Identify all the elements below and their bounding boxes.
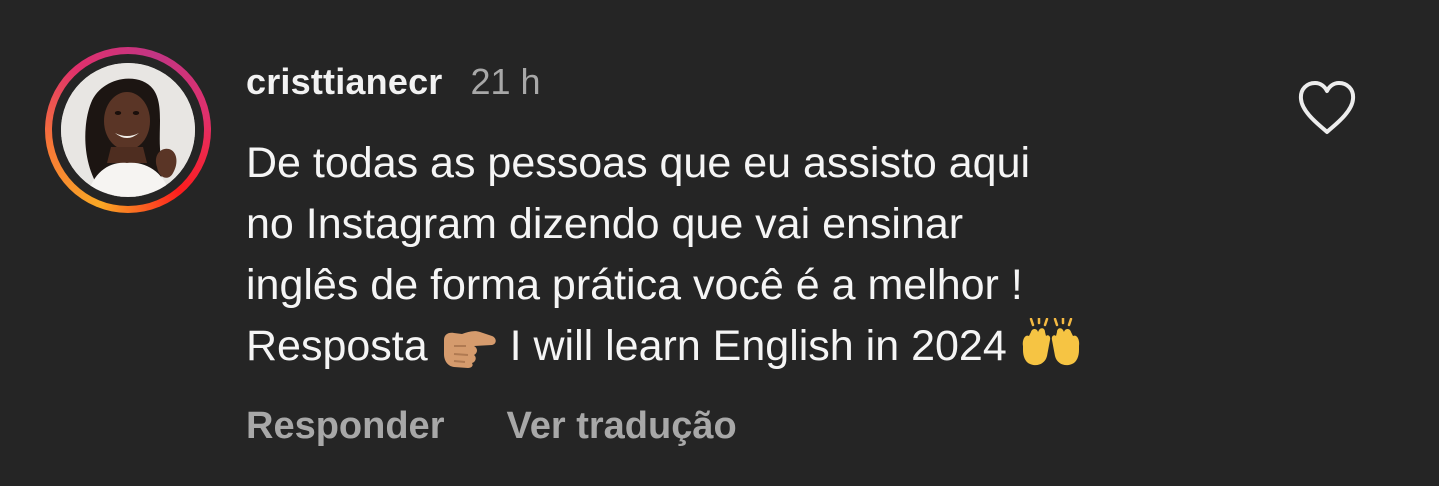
comment-item: cristtianecr 21 h De todas as pessoas qu… xyxy=(0,0,1439,486)
avatar-photo xyxy=(61,63,195,197)
comment-text-last-line: Resposta I will learn English in 2024 xyxy=(246,316,1256,385)
heart-outline-icon xyxy=(1298,81,1356,134)
story-ring[interactable] xyxy=(45,47,211,213)
raising-hands-icon xyxy=(1019,316,1083,385)
comment-actions: Responder Ver tradução xyxy=(246,405,737,448)
reply-button[interactable]: Responder xyxy=(246,405,444,448)
comment-header: cristtianecr 21 h xyxy=(246,57,541,107)
avatar[interactable] xyxy=(61,63,195,197)
comment-text: De todas as pessoas que eu assisto aqui … xyxy=(246,133,1256,385)
comment-text-middle: I will learn English in 2024 xyxy=(509,322,1007,370)
like-button[interactable] xyxy=(1296,80,1358,136)
see-translation-button[interactable]: Ver tradução xyxy=(506,405,736,448)
comment-text-line: De todas as pessoas que eu assisto aqui xyxy=(246,139,1031,187)
comment-text-prefix: Resposta xyxy=(246,322,440,370)
timestamp: 21 h xyxy=(470,61,541,102)
pointing-right-hand-icon xyxy=(440,324,498,385)
comment-text-line: no Instagram dizendo que vai ensinar xyxy=(246,200,964,248)
comment-text-line: inglês de forma prática você é a melhor … xyxy=(246,261,1023,309)
username[interactable]: cristtianecr xyxy=(246,61,443,103)
